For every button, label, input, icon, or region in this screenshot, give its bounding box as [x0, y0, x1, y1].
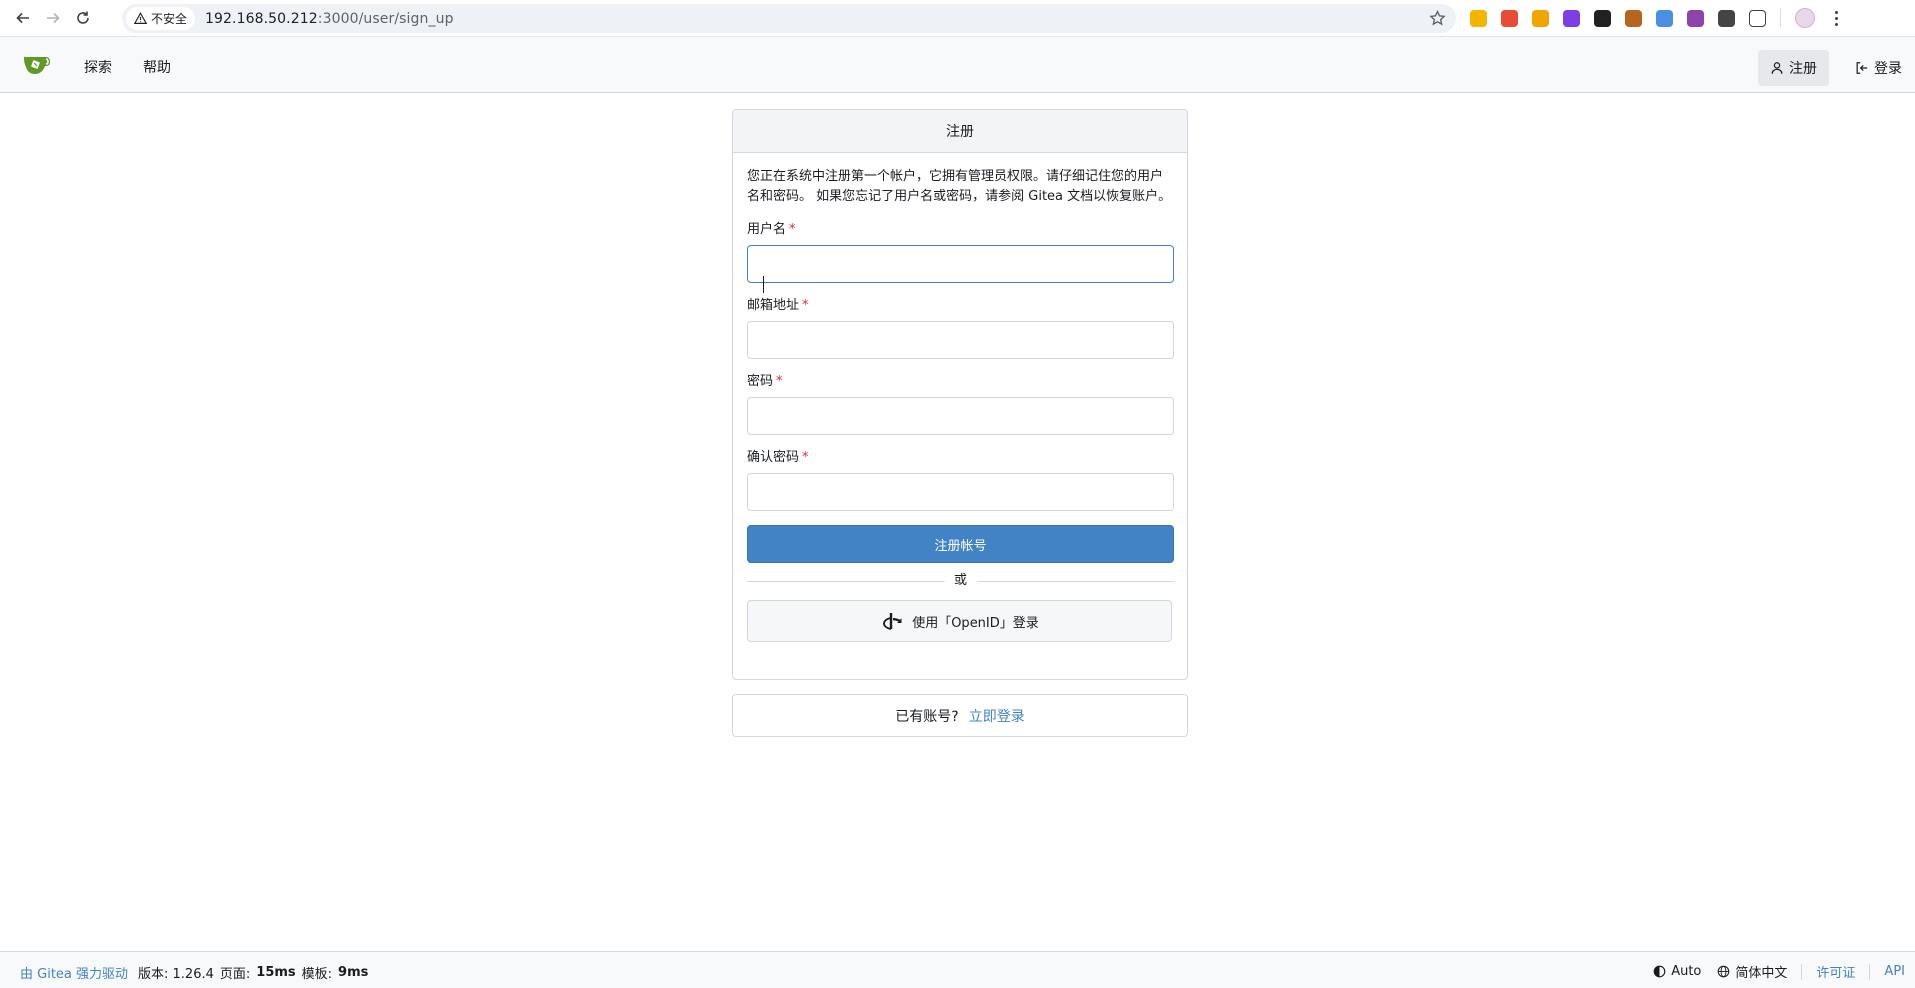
page-time-value: 15ms [256, 965, 296, 980]
username-input[interactable] [747, 245, 1174, 283]
confirm-password-input[interactable] [747, 473, 1174, 511]
version-text: 版本: 1.26.4 [138, 967, 214, 982]
site-navbar: 探索 帮助 注册 登录 [0, 37, 1915, 93]
login-prompt-card: 已有账号? 立即登录 [732, 694, 1188, 737]
api-link[interactable]: API [1884, 964, 1905, 979]
puzzle-icon[interactable] [1749, 9, 1766, 27]
email-field-group: 邮箱地址 * [747, 297, 1174, 359]
security-label: 不安全 [151, 12, 188, 26]
template-time-label: 模板: [301, 967, 333, 982]
signup-card-title: 注册 [733, 110, 1187, 153]
nav-explore-link[interactable]: 探索 [84, 57, 112, 77]
username-label: 用户名 * [747, 222, 796, 237]
language-selector[interactable]: 简体中文 [1717, 962, 1787, 981]
extension-icon[interactable] [1594, 9, 1611, 27]
password-label: 密码 * [747, 374, 783, 389]
reload-button[interactable] [68, 3, 98, 33]
extension-icon[interactable] [1687, 9, 1704, 27]
extension-icon[interactable] [1625, 9, 1642, 27]
or-divider: 或 [747, 572, 1174, 590]
security-chip[interactable]: 不安全 [126, 7, 196, 30]
sign-in-icon [1856, 62, 1868, 74]
person-icon [1771, 62, 1783, 74]
password-field-group: 密码 * [747, 373, 1174, 435]
toolbar-separator [1780, 9, 1781, 27]
extension-icon[interactable] [1501, 9, 1518, 27]
address-bar[interactable]: 不安全 192.168.50.212:3000/user/sign_up [122, 4, 1456, 33]
password-input[interactable] [747, 397, 1174, 435]
nav-signup-label: 注册 [1789, 61, 1817, 77]
arrow-right-icon [47, 12, 60, 24]
theme-label: Auto [1671, 964, 1702, 979]
url-host: 192.168.50.212 [205, 10, 318, 27]
extension-icon[interactable] [1718, 9, 1735, 27]
theme-selector[interactable]: Auto [1653, 964, 1701, 979]
required-mark: * [802, 450, 809, 465]
openid-signin-button[interactable]: 使用「OpenID」登录 [747, 600, 1172, 642]
profile-avatar[interactable] [1795, 8, 1815, 28]
license-link[interactable]: 许可证 [1816, 962, 1855, 981]
nav-signin-label: 登录 [1874, 61, 1902, 77]
page-footer: 由 Gitea 强力驱动 版本: 1.26.4 页面: 15ms 模板: 9ms… [0, 951, 1915, 988]
more-menu-icon[interactable] [1829, 9, 1843, 27]
admin-notice: 您正在系统中注册第一个帐户，它拥有管理员权限。请仔细记住您的用户名和密码。 如果… [747, 169, 1172, 204]
email-input[interactable] [747, 321, 1174, 359]
url-text[interactable]: 192.168.50.212:3000/user/sign_up [205, 11, 454, 27]
confirm-password-field-group: 确认密码 * [747, 449, 1174, 511]
required-mark: * [802, 298, 809, 313]
forward-button[interactable] [38, 3, 68, 33]
gitea-logo-icon[interactable] [22, 54, 52, 76]
extension-icon[interactable] [1532, 9, 1549, 27]
required-mark: * [789, 222, 796, 237]
register-button[interactable]: 注册帐号 [747, 525, 1174, 563]
page-time-label: 页面: [219, 967, 251, 982]
reload-icon [77, 11, 89, 24]
extension-icon[interactable] [1656, 9, 1673, 27]
footer-separator [1801, 963, 1803, 980]
theme-icon [1653, 965, 1666, 978]
confirm-password-label: 确认密码 * [747, 450, 809, 465]
browser-toolbar: 不安全 192.168.50.212:3000/user/sign_up [0, 0, 1915, 37]
warning-icon [134, 12, 147, 24]
email-label: 邮箱地址 * [747, 298, 809, 313]
nav-signup-button[interactable]: 注册 [1758, 50, 1829, 86]
openid-signin-label: 使用「OpenID」登录 [912, 615, 1039, 631]
url-path: :3000/user/sign_up [317, 10, 454, 27]
signup-form: 您正在系统中注册第一个帐户，它拥有管理员权限。请仔细记住您的用户名和密码。 如果… [733, 153, 1187, 642]
openid-icon [883, 613, 902, 630]
signup-card: 注册 您正在系统中注册第一个帐户，它拥有管理员权限。请仔细记住您的用户名和密码。… [732, 109, 1188, 680]
or-divider-text: 或 [943, 572, 978, 590]
extension-icon[interactable] [1470, 9, 1487, 27]
nav-help-link[interactable]: 帮助 [143, 57, 171, 77]
back-button[interactable] [8, 3, 38, 33]
extension-icon[interactable] [1563, 9, 1580, 27]
login-prompt-text: 已有账号? [895, 708, 959, 725]
footer-info: 由 Gitea 强力驱动 版本: 1.26.4 页面: 15ms 模板: 9ms [20, 963, 368, 982]
login-now-link[interactable]: 立即登录 [969, 706, 1025, 726]
nav-signin-button[interactable]: 登录 [1843, 50, 1914, 86]
template-time-value: 9ms [338, 965, 369, 980]
text-caret [763, 276, 764, 293]
language-label: 简体中文 [1735, 966, 1788, 981]
powered-by-link[interactable]: 由 Gitea 强力驱动 [20, 963, 128, 982]
required-mark: * [776, 374, 783, 389]
username-field-group: 用户名 * [747, 221, 1174, 283]
footer-links: Auto 简体中文 许可证 API [1653, 962, 1905, 981]
extensions-area [1470, 8, 1843, 28]
footer-separator [1869, 963, 1871, 980]
arrow-left-icon [16, 12, 29, 24]
globe-icon [1718, 965, 1730, 978]
bookmark-star-icon[interactable] [1429, 10, 1446, 27]
